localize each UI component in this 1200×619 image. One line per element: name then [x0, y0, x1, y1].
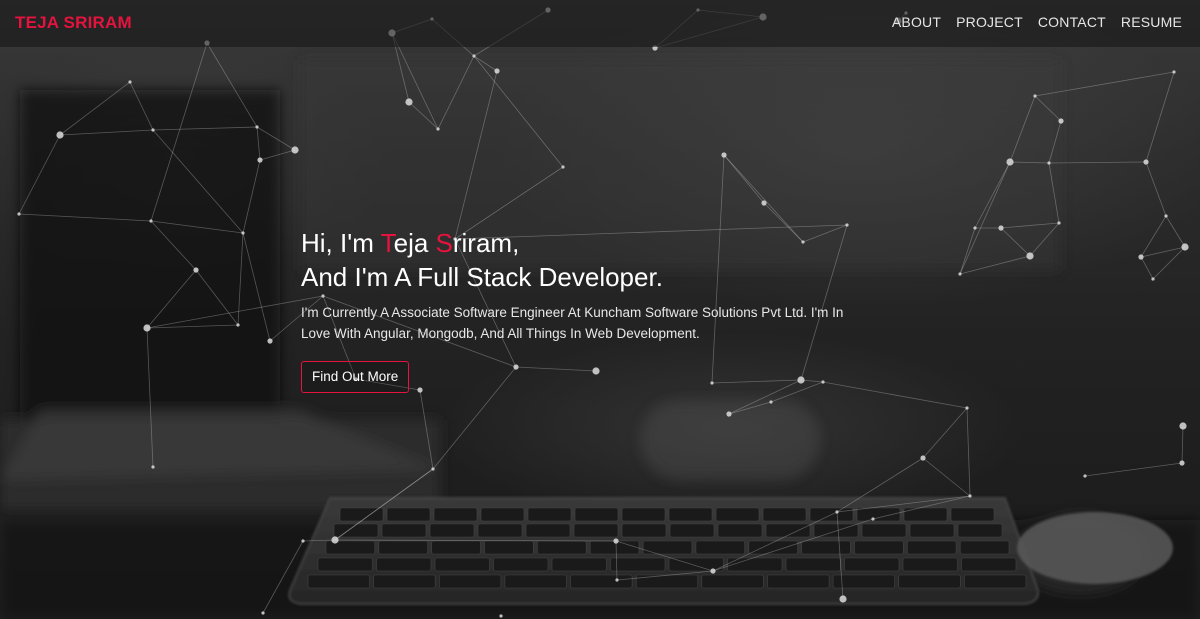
last-name-rest: riram,: [452, 228, 520, 258]
greeting-prefix: Hi, I'm: [301, 228, 381, 258]
brand-logo-link[interactable]: TEJA SRIRAM: [15, 13, 132, 33]
page: TEJA SRIRAM ABOUT PROJECT CONTACT RESUME…: [0, 0, 1200, 619]
hero-headline: Hi, I'm Teja Sriram, And I'm A Full Stac…: [301, 226, 901, 294]
navbar: TEJA SRIRAM ABOUT PROJECT CONTACT RESUME: [0, 0, 1200, 47]
find-out-more-button[interactable]: Find Out More: [301, 361, 410, 393]
nav-link-contact[interactable]: CONTACT: [1038, 14, 1106, 30]
first-name-rest: eja: [393, 228, 436, 258]
last-name-initial: S: [435, 228, 453, 258]
nav-link-resume[interactable]: RESUME: [1121, 14, 1182, 30]
description-line-2: Love With Angular, Mongodb, And All Thin…: [301, 326, 700, 341]
mouse-image: [1017, 512, 1173, 584]
first-name-initial: T: [380, 228, 394, 258]
headline-role: And I'm A Full Stack Developer.: [301, 262, 663, 292]
nav-link-project[interactable]: PROJECT: [956, 14, 1023, 30]
nav-link-about[interactable]: ABOUT: [892, 14, 941, 30]
nav-links: ABOUT PROJECT CONTACT RESUME: [892, 14, 1182, 30]
hero-section: Hi, I'm Teja Sriram, And I'm A Full Stac…: [301, 226, 901, 393]
description-line-1: I'm Currently A Associate Software Engin…: [301, 305, 844, 320]
hero-description: I'm Currently A Associate Software Engin…: [301, 302, 891, 344]
